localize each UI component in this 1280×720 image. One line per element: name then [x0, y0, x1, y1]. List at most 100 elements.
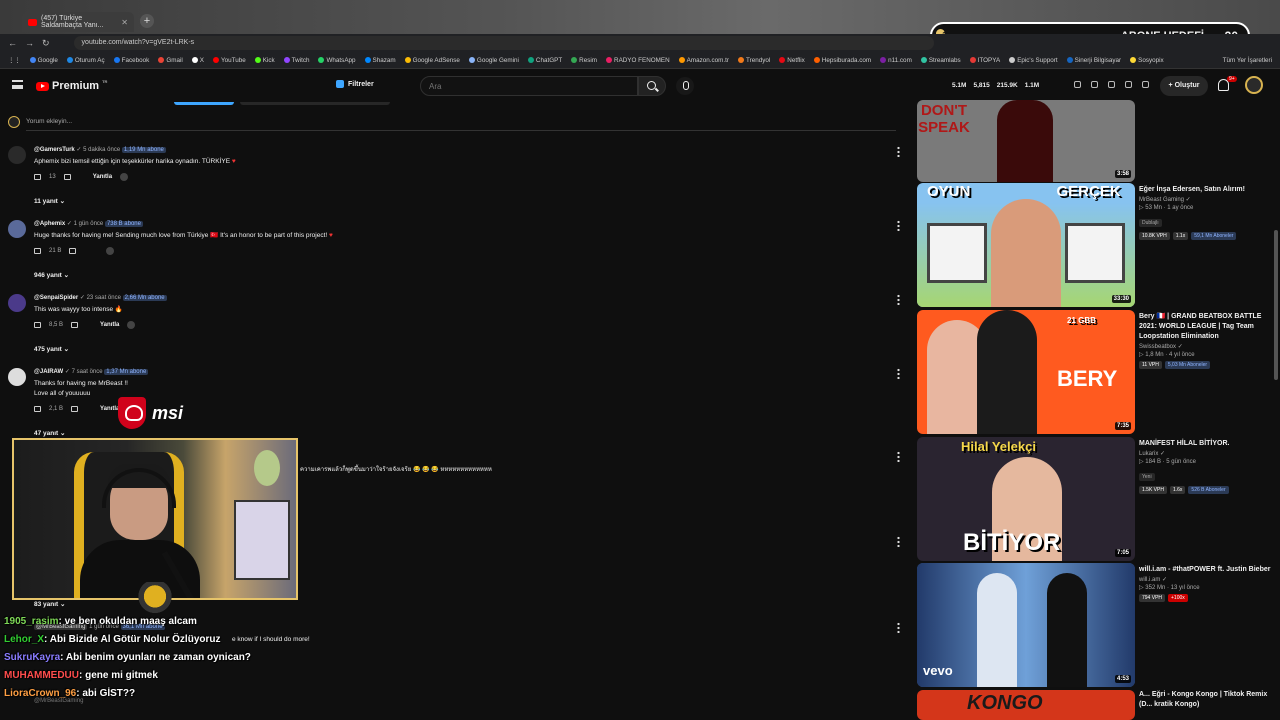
- bookmark-item[interactable]: Kick: [254, 57, 275, 64]
- bookmark-item[interactable]: Sinerji Bilgisayar: [1066, 57, 1121, 64]
- bookmark-item[interactable]: Gmail: [158, 57, 183, 64]
- bookmark-item[interactable]: YouTube: [212, 57, 246, 64]
- replies-toggle[interactable]: 946 yanıt ⌄: [34, 271, 69, 279]
- video-info[interactable]: MANİFEST HİLAL BİTİYOR. Lukarix ✓ ▷ 184 B …: [1139, 439, 1274, 494]
- chat-icon[interactable]: [1142, 81, 1149, 88]
- video-thumbnail[interactable]: DON'T SPEAK 3:58: [917, 100, 1135, 182]
- bookmark-item[interactable]: Sosyopix: [1130, 57, 1164, 64]
- comment-author[interactable]: @Aphemix: [34, 221, 65, 227]
- like-icon[interactable]: [34, 322, 41, 328]
- bookmark-item[interactable]: Amazon.com.tr: [678, 57, 729, 64]
- channel-name[interactable]: Lukarix ✓: [1139, 450, 1274, 457]
- bookmark-item[interactable]: Google: [29, 57, 58, 64]
- channel-name[interactable]: MrBeast Gaming ✓: [1139, 196, 1274, 203]
- extension-icon[interactable]: [1125, 81, 1132, 88]
- bookmark-item[interactable]: WhatsApp: [318, 57, 356, 64]
- channel-name[interactable]: will.i.am ✓: [1139, 576, 1274, 583]
- bookmark-item[interactable]: Epic's Support: [1009, 57, 1058, 64]
- more-options-icon[interactable]: [897, 536, 900, 547]
- browser-tab[interactable]: (457) Türkiye Saldambaçta Yanı... ✕: [22, 12, 134, 32]
- url-field[interactable]: youtube.com/watch?v=gVE2t-LRK-s: [73, 36, 934, 50]
- video-thumbnail[interactable]: Hilal Yelekçi BİTİYOR 7:05: [917, 437, 1135, 561]
- search-input[interactable]: [420, 76, 638, 96]
- back-icon[interactable]: ←: [8, 38, 17, 48]
- menu-icon[interactable]: [12, 80, 23, 89]
- channel-name[interactable]: Swissbeatbox ✓: [1139, 343, 1274, 350]
- dislike-icon[interactable]: [71, 322, 79, 328]
- video-title[interactable]: Bery 🇫🇷 | GRAND BEATBOX BATTLE 2021: WOR…: [1139, 312, 1274, 342]
- youtube-logo[interactable]: Premium TR: [36, 79, 107, 92]
- all-bookmarks[interactable]: Tüm Yer İşaretleri: [1223, 57, 1272, 64]
- video-info[interactable]: will.i.am - #thatPOWER ft. Justin Bieber…: [1139, 565, 1274, 602]
- replies-toggle[interactable]: 11 yanıt ⌄: [34, 197, 65, 205]
- bookmark-item[interactable]: X: [191, 57, 204, 64]
- more-options-icon[interactable]: [897, 294, 900, 305]
- avatar[interactable]: [8, 146, 26, 164]
- sort-pill-active[interactable]: [174, 102, 234, 105]
- add-comment-input[interactable]: Yorum ekleyin...: [26, 118, 72, 125]
- bookmark-item[interactable]: Streamlabs: [920, 57, 961, 64]
- video-title[interactable]: MANİFEST HİLAL BİTİYOR.: [1139, 439, 1274, 449]
- video-title[interactable]: Eğer İnşa Edersen, Satın Alırım!: [1139, 185, 1274, 195]
- avatar[interactable]: [8, 368, 26, 386]
- new-tab-button[interactable]: +: [140, 14, 154, 28]
- bookmark-item[interactable]: ITOPYA: [969, 57, 1000, 64]
- video-info[interactable]: Bery 🇫🇷 | GRAND BEATBOX BATTLE 2021: WOR…: [1139, 312, 1274, 369]
- bookmark-item[interactable]: Trendyol: [738, 57, 770, 64]
- avatar[interactable]: [1245, 76, 1263, 94]
- video-thumbnail[interactable]: 21 GBB BERY 7:35: [917, 310, 1135, 434]
- replies-toggle[interactable]: 83 yanıt ⌄: [34, 600, 65, 608]
- video-info[interactable]: Eğer İnşa Edersen, Satın Alırım! MrBeast …: [1139, 185, 1274, 240]
- avatar[interactable]: [8, 294, 26, 312]
- bookmark-item[interactable]: Oturum Aç: [66, 57, 105, 64]
- comment-author[interactable]: @GamersTurk: [34, 147, 75, 153]
- video-title[interactable]: A... Eğri - Kongo Kongo | Tiktok Remix (…: [1139, 690, 1274, 710]
- more-options-icon[interactable]: [897, 146, 900, 157]
- bookmark-item[interactable]: Hepsiburada.com: [813, 57, 871, 64]
- comment-author[interactable]: @JAIRAW: [34, 369, 63, 375]
- video-thumbnail[interactable]: KONGO: [917, 690, 1135, 720]
- avatar[interactable]: [8, 220, 26, 238]
- more-options-icon[interactable]: [897, 368, 900, 379]
- bookmark-item[interactable]: Facebook: [113, 57, 149, 64]
- comment-author[interactable]: @SenpaiSpider: [34, 295, 78, 301]
- bookmark-item[interactable]: n11.com: [880, 57, 912, 64]
- microphone-icon[interactable]: [676, 77, 694, 95]
- video-thumbnail[interactable]: OYUN GERÇEK 33:30: [917, 183, 1135, 307]
- bookmark-item[interactable]: Shazam: [364, 57, 396, 64]
- extension-icon[interactable]: [1091, 81, 1098, 88]
- create-button[interactable]: + Oluştur: [1160, 76, 1208, 96]
- more-options-icon[interactable]: [897, 220, 900, 231]
- forward-icon[interactable]: →: [25, 38, 34, 48]
- bookmark-item[interactable]: RADYO FENOMEN: [606, 57, 670, 64]
- scrollbar[interactable]: [1274, 230, 1278, 380]
- reply-button[interactable]: Yanıtla: [93, 174, 112, 180]
- extension-icon[interactable]: [1108, 81, 1115, 88]
- like-icon[interactable]: [34, 406, 41, 412]
- video-thumbnail[interactable]: vevo 4:53: [917, 563, 1135, 687]
- dislike-icon[interactable]: [69, 248, 77, 254]
- dislike-icon[interactable]: [71, 406, 79, 412]
- search-icon[interactable]: [638, 76, 666, 96]
- replies-toggle[interactable]: 47 yanıt ⌄: [34, 429, 65, 437]
- like-icon[interactable]: [34, 174, 41, 180]
- video-info[interactable]: A... Eğri - Kongo Kongo | Tiktok Remix (…: [1139, 690, 1274, 710]
- replies-toggle[interactable]: 475 yanıt ⌄: [34, 345, 69, 353]
- reply-button[interactable]: Yanıtla: [100, 322, 119, 328]
- filters-button[interactable]: Filtreler: [336, 80, 374, 88]
- bookmark-item[interactable]: Google AdSense: [404, 57, 460, 64]
- bookmark-item[interactable]: Google Gemini: [468, 57, 519, 64]
- bookmark-item[interactable]: Twitch: [283, 57, 309, 64]
- reply-button[interactable]: Yanıtla: [100, 406, 119, 412]
- bookmark-item[interactable]: Netflix: [779, 57, 805, 64]
- bookmark-item[interactable]: ChatGPT: [527, 57, 562, 64]
- bookmark-item[interactable]: Resim: [571, 57, 597, 64]
- more-options-icon[interactable]: [897, 622, 900, 633]
- extension-icon[interactable]: [1074, 81, 1081, 88]
- close-icon[interactable]: ✕: [121, 18, 128, 27]
- sort-pill[interactable]: [240, 102, 390, 105]
- video-title[interactable]: will.i.am - #thatPOWER ft. Justin Bieber: [1139, 565, 1274, 575]
- reload-icon[interactable]: ↻: [42, 38, 50, 49]
- like-icon[interactable]: [34, 248, 41, 254]
- dislike-icon[interactable]: [63, 174, 71, 180]
